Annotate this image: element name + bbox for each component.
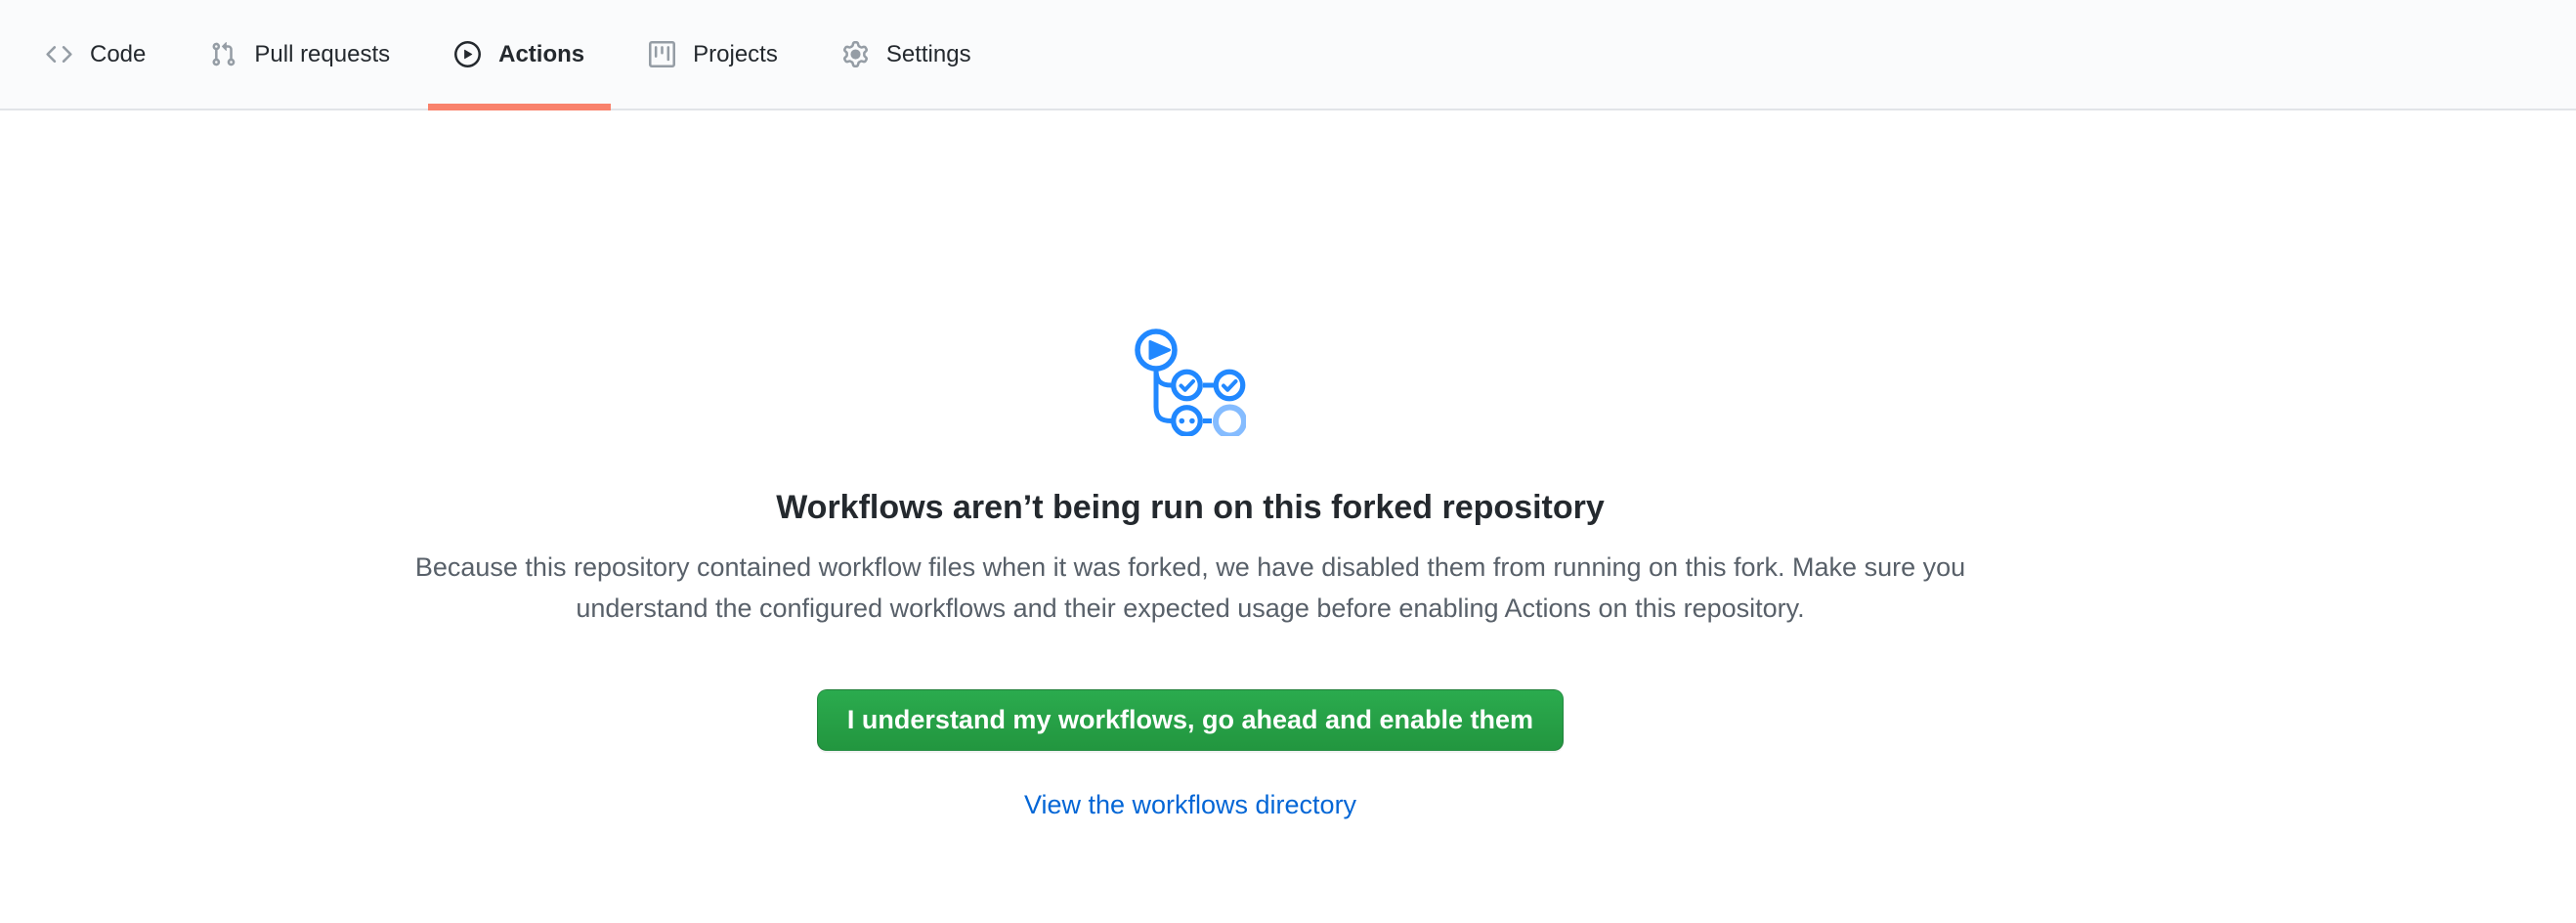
tab-settings[interactable]: Settings — [816, 0, 998, 109]
tab-pull-requests-label: Pull requests — [254, 43, 390, 66]
tab-actions-label: Actions — [498, 43, 584, 66]
tab-code[interactable]: Code — [20, 0, 172, 109]
blankslate-description: Because this repository contained workfl… — [394, 547, 1987, 629]
tab-actions[interactable]: Actions — [428, 0, 611, 109]
play-icon — [454, 41, 481, 67]
tab-projects[interactable]: Projects — [623, 0, 804, 109]
tab-settings-label: Settings — [886, 43, 971, 66]
view-workflows-directory-link[interactable]: View the workflows directory — [1024, 790, 1356, 819]
workflows-link-row: View the workflows directory — [0, 790, 2381, 820]
repo-tab-nav: Code Pull requests Actions Projects Sett… — [0, 0, 2576, 110]
gear-icon — [842, 41, 869, 67]
tab-code-label: Code — [90, 43, 146, 66]
main-content: Workflows aren’t being run on this forke… — [0, 110, 2381, 820]
blankslate-heading: Workflows aren’t being run on this forke… — [0, 486, 2381, 529]
workflows-disabled-blankslate: Workflows aren’t being run on this forke… — [0, 110, 2381, 820]
code-icon — [46, 41, 72, 67]
tab-pull-requests[interactable]: Pull requests — [184, 0, 416, 109]
tab-projects-label: Projects — [693, 43, 778, 66]
git-pull-request-icon — [210, 41, 236, 67]
project-icon — [649, 41, 675, 67]
workflow-graph-icon — [1135, 329, 1246, 436]
enable-workflows-button[interactable]: I understand my workflows, go ahead and … — [817, 689, 1564, 751]
